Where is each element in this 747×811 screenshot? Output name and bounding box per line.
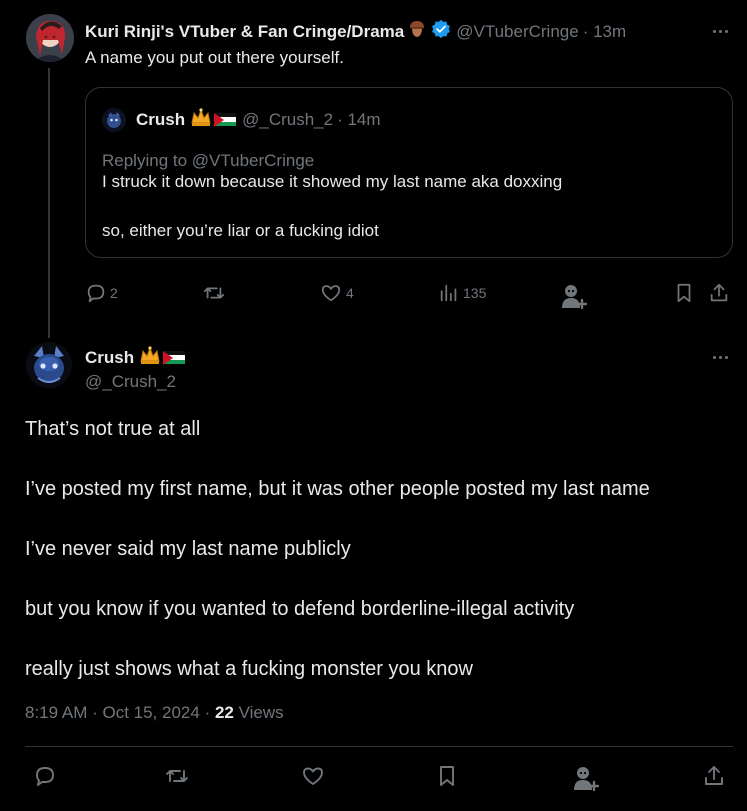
- author-avatar[interactable]: [26, 342, 72, 388]
- author-handle[interactable]: @_Crush_2: [85, 372, 176, 392]
- author-handle[interactable]: @VTuberCringe: [456, 22, 578, 42]
- more-options-icon[interactable]: [711, 21, 731, 41]
- quoted-tweet-text-line: I struck it down because it showed my la…: [102, 172, 563, 191]
- tweet-paragraph: really just shows what a fucking monster…: [25, 658, 473, 680]
- views-label: Views: [238, 703, 284, 722]
- bookmark-icon: [435, 764, 459, 788]
- quoted-tweet[interactable]: Crush @_Crush_2 · 14m Replying to @VTube…: [85, 87, 733, 258]
- heart-icon: [319, 282, 343, 304]
- tweet-paragraph: That’s not true at all: [25, 418, 201, 440]
- tweet-paragraph: I’ve posted my first name, but it was ot…: [25, 478, 650, 500]
- like-count: 4: [346, 285, 354, 301]
- analytics-icon: [438, 282, 460, 304]
- heart-icon: [300, 764, 326, 788]
- share-button[interactable]: [702, 764, 726, 793]
- parent-tweet-header: Kuri Rinji's VTuber & Fan Cringe/Drama @…: [85, 19, 626, 44]
- tweet-paragraph: I’ve never said my last name publicly: [25, 538, 351, 560]
- quoted-author-handle[interactable]: @_Crush_2: [242, 110, 333, 130]
- meta-separator: ·: [204, 703, 211, 722]
- acorn-emoji: [407, 19, 427, 44]
- grok-button[interactable]: [571, 764, 603, 797]
- verified-badge-icon[interactable]: [431, 19, 451, 44]
- crown-emoji: [139, 345, 161, 370]
- quoted-tweet-text-line: so, either you’re liar or a fucking idio…: [102, 221, 379, 240]
- author-name[interactable]: Crush: [85, 348, 134, 368]
- reply-button[interactable]: 2: [85, 282, 118, 304]
- parent-tweet[interactable]: Kuri Rinji's VTuber & Fan Cringe/Drama @…: [0, 0, 747, 338]
- retweet-button[interactable]: [164, 764, 190, 793]
- bookmark-icon: [673, 282, 695, 304]
- tweet-timestamp[interactable]: 8:19 AM · Oct 15, 2024: [25, 703, 200, 722]
- tweet-paragraph: but you know if you wanted to defend bor…: [25, 598, 575, 620]
- palestine-flag-emoji: [163, 350, 186, 365]
- grok-person-plus-icon: [571, 764, 603, 792]
- quoted-tweet-time[interactable]: · 14m: [337, 110, 380, 130]
- share-icon: [702, 764, 726, 788]
- author-name[interactable]: Kuri Rinji's VTuber & Fan Cringe/Drama: [85, 22, 404, 42]
- retweet-icon: [202, 282, 226, 304]
- palestine-flag-emoji: [214, 112, 237, 127]
- reply-count: 2: [110, 285, 118, 301]
- reply-icon: [33, 764, 57, 788]
- author-name-row: Crush: [85, 345, 186, 370]
- more-options-icon[interactable]: [711, 347, 731, 367]
- quoted-author-avatar[interactable]: [102, 107, 126, 132]
- tweet-metadata: 8:19 AM · Oct 15, 2024 · 22 Views: [25, 703, 284, 723]
- parent-tweet-actions: 2 4 135: [85, 282, 735, 310]
- like-button[interactable]: 4: [319, 282, 354, 304]
- like-button[interactable]: [300, 764, 326, 793]
- grok-button[interactable]: [560, 282, 590, 310]
- divider: [25, 746, 733, 747]
- thread-connector-line: [48, 68, 50, 338]
- author-avatar[interactable]: [26, 14, 74, 62]
- tweet-time[interactable]: · 13m: [583, 22, 626, 42]
- views-button[interactable]: 135: [438, 282, 486, 304]
- retweet-icon: [164, 764, 190, 788]
- main-tweet: Crush @_Crush_2 That’s not true at all I…: [0, 336, 747, 811]
- reply-icon: [85, 282, 107, 304]
- bookmark-button[interactable]: [673, 282, 695, 304]
- replying-to-label[interactable]: Replying to @VTuberCringe: [102, 151, 314, 171]
- crown-emoji: [190, 107, 212, 132]
- tweet-text: A name you put out there yourself.: [85, 48, 344, 67]
- share-icon: [708, 282, 730, 304]
- grok-person-plus-icon: [560, 282, 590, 310]
- quoted-author-name[interactable]: Crush: [136, 110, 185, 130]
- bookmark-button[interactable]: [435, 764, 459, 793]
- quoted-tweet-header: Crush @_Crush_2 · 14m: [102, 107, 381, 132]
- view-count: 22: [214, 703, 234, 722]
- reply-button[interactable]: [33, 764, 57, 793]
- retweet-button[interactable]: [202, 282, 226, 304]
- tweet-body: That’s not true at all I’ve posted my fi…: [25, 414, 650, 714]
- view-count: 135: [463, 285, 487, 301]
- main-tweet-actions: [0, 764, 747, 792]
- share-button[interactable]: [708, 282, 730, 304]
